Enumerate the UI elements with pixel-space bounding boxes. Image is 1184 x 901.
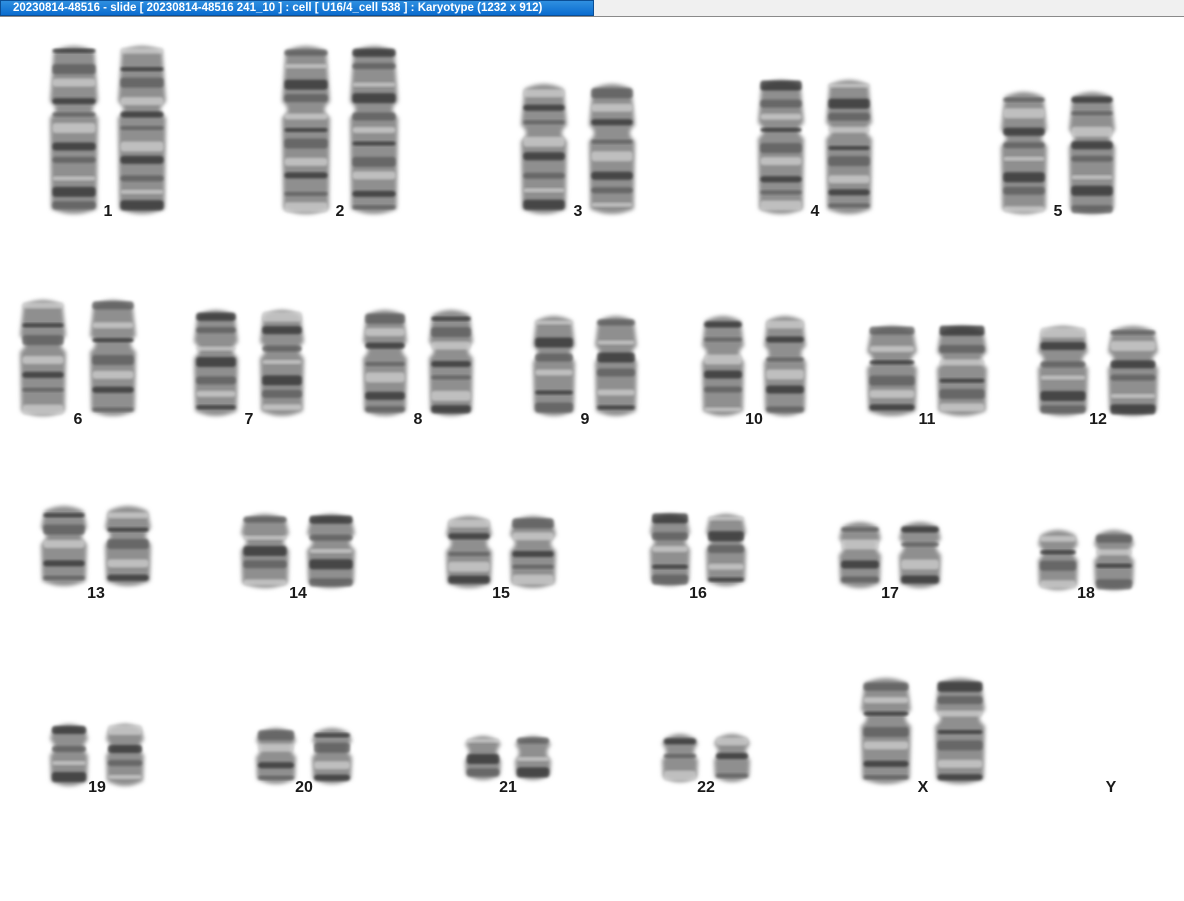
- chromosome-image-7[interactable]: [184, 299, 314, 427]
- chromosome-label-10: 10: [745, 411, 763, 428]
- chromosome-image-13[interactable]: [31, 495, 161, 597]
- chromosome-image-8[interactable]: [353, 299, 483, 427]
- chromosome-label-20: 20: [295, 779, 313, 796]
- chromosome-label-17: 17: [881, 585, 899, 602]
- chromosome-label-3: 3: [573, 203, 583, 220]
- chromosome-image-10[interactable]: [692, 305, 816, 427]
- chromosome-label-19: 19: [88, 779, 106, 796]
- chromosome-label-y: Y: [1105, 779, 1117, 796]
- chromosome-image-4[interactable]: [748, 69, 882, 225]
- chromosome-label-x: X: [917, 779, 929, 796]
- chromosome-label-7: 7: [244, 411, 254, 428]
- chromosome-label-16: 16: [689, 585, 707, 602]
- chromosome-label-1: 1: [103, 203, 113, 220]
- chromosome-label-14: 14: [289, 585, 307, 602]
- chromosome-label-15: 15: [492, 585, 510, 602]
- chromosome-image-x[interactable]: [851, 667, 995, 795]
- chromosome-image-2[interactable]: [272, 35, 408, 225]
- chromosome-label-22: 22: [697, 779, 715, 796]
- chromosome-image-6[interactable]: [10, 289, 146, 427]
- chromosome-label-4: 4: [810, 203, 820, 220]
- chromosome-image-1[interactable]: [40, 35, 176, 225]
- chromosome-label-8: 8: [413, 411, 423, 428]
- chromosome-label-5: 5: [1053, 203, 1063, 220]
- chromosome-label-21: 21: [499, 779, 517, 796]
- chromosome-label-9: 9: [580, 411, 590, 428]
- window-title-tab[interactable]: 20230814-48516 - slide [ 20230814-48516 …: [0, 0, 594, 16]
- chromosome-label-2: 2: [335, 203, 345, 220]
- chromosome-label-18: 18: [1077, 585, 1095, 602]
- chromosome-image-16[interactable]: [640, 503, 756, 597]
- chromosome-label-12: 12: [1089, 411, 1107, 428]
- window-titlebar: 20230814-48516 - slide [ 20230814-48516 …: [0, 0, 1184, 17]
- chromosome-label-13: 13: [87, 585, 105, 602]
- chromosome-image-9[interactable]: [523, 305, 647, 427]
- karyogram-canvas: 1 2 3 4 5 6 7 8 9 10 11 12 13 14 15 16 17 18 19 20 21 22 X Y: [0, 17, 1184, 901]
- chromosome-label-6: 6: [73, 411, 83, 428]
- chromosome-label-11: 11: [918, 411, 936, 428]
